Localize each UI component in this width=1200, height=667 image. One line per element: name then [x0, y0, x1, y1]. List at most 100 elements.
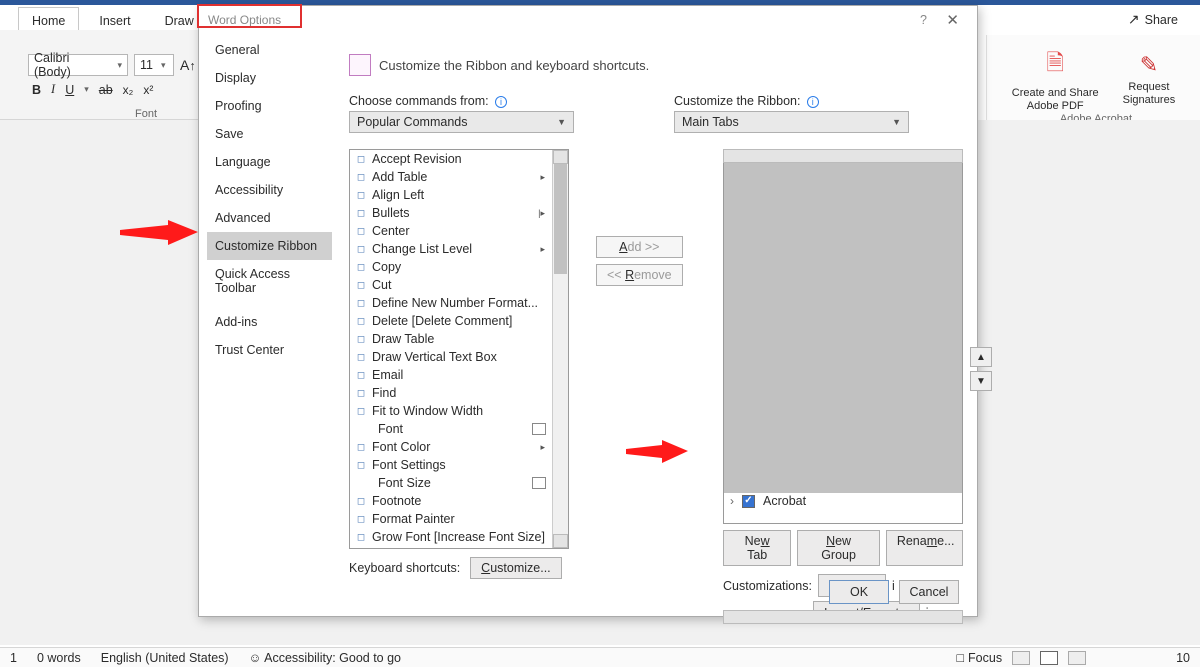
command-icon: ◻	[354, 170, 368, 184]
command-item[interactable]: ◻Format Painter	[350, 510, 552, 528]
scroll-thumb[interactable]	[554, 164, 567, 274]
underline-button[interactable]: U	[65, 83, 74, 97]
underline-dropdown-icon[interactable]: ▾	[84, 84, 89, 95]
strike-button[interactable]: ab	[99, 83, 113, 97]
info-icon[interactable]: i	[495, 96, 507, 108]
scrollbar[interactable]	[552, 150, 568, 548]
page-indicator[interactable]: 1	[10, 651, 17, 665]
scroll-down-button[interactable]	[553, 534, 568, 548]
command-item[interactable]: ◻Define New Number Format...	[350, 294, 552, 312]
scroll-up-button[interactable]	[553, 150, 568, 164]
nav-save[interactable]: Save	[207, 120, 332, 148]
zoom-value[interactable]: 10	[1176, 651, 1190, 665]
command-item[interactable]: ◻Grow Font [Increase Font Size]	[350, 528, 552, 546]
command-item[interactable]: ◻Fit to Window Width	[350, 402, 552, 420]
dialog-help-button[interactable]: ?	[920, 13, 927, 27]
create-share-pdf-button[interactable]: 🗎 Create and Share Adobe PDF	[1012, 46, 1099, 112]
command-item[interactable]: ◻Find	[350, 384, 552, 402]
command-icon: ◻	[354, 260, 368, 274]
view-read-button[interactable]	[1012, 651, 1030, 665]
command-item[interactable]: ◻Footnote	[350, 492, 552, 510]
command-item[interactable]: ◻Accept Revision	[350, 150, 552, 168]
new-tab-button[interactable]: New Tab	[723, 530, 791, 566]
expand-icon[interactable]: ›	[726, 494, 738, 508]
nav-accessibility[interactable]: Accessibility	[207, 176, 332, 204]
command-label: Define New Number Format...	[372, 296, 538, 310]
move-down-button[interactable]: ▼	[970, 371, 992, 391]
superscript-button[interactable]: x²	[143, 83, 153, 97]
request-sign-button[interactable]: ✎ Request Signatures	[1123, 52, 1176, 106]
share-button[interactable]: ↗ Share	[1128, 11, 1178, 28]
customize-shortcuts-button[interactable]: Customize...	[470, 557, 561, 579]
add-button[interactable]: Add >>	[596, 236, 683, 258]
command-item[interactable]: ◻Email	[350, 366, 552, 384]
cancel-button[interactable]: Cancel	[899, 580, 959, 604]
chevron-down-icon: ▾	[161, 60, 166, 71]
new-group-button[interactable]: New Group	[797, 530, 879, 566]
command-icon: ◻	[354, 440, 368, 454]
command-item[interactable]: ◻Delete [Delete Comment]	[350, 312, 552, 330]
word-count[interactable]: 0 words	[37, 651, 81, 665]
accessibility-status[interactable]: ☺ Accessibility: Good to go	[249, 651, 401, 665]
tree-tab-row[interactable]: ›Acrobat	[724, 492, 962, 510]
command-label: Change List Level	[372, 242, 472, 256]
rename-button[interactable]: Rename...	[886, 530, 963, 566]
nav-trust-center[interactable]: Trust Center	[207, 336, 332, 364]
font-name-combo[interactable]: Calibri (Body) ▾	[28, 54, 128, 76]
command-item[interactable]: ◻Bullets|▸	[350, 204, 552, 222]
command-item[interactable]: ◻Font Size	[350, 474, 552, 492]
choose-commands-dropdown[interactable]: Popular Commands ▼	[349, 111, 574, 133]
nav-proofing[interactable]: Proofing	[207, 92, 332, 120]
font-size-combo[interactable]: 11 ▾	[134, 54, 174, 76]
command-item[interactable]: ◻Font	[350, 420, 552, 438]
tab-checkbox[interactable]	[742, 495, 755, 508]
nav-customize-ribbon[interactable]: Customize Ribbon	[207, 232, 332, 260]
nav-advanced[interactable]: Advanced	[207, 204, 332, 232]
command-icon: ◻	[354, 512, 368, 526]
command-label: Draw Vertical Text Box	[372, 350, 497, 364]
view-print-button[interactable]	[1040, 651, 1058, 665]
command-item[interactable]: ◻Align Left	[350, 186, 552, 204]
italic-button[interactable]: I	[51, 82, 55, 97]
combo-icon	[532, 423, 546, 435]
nav-quick-access[interactable]: Quick Access Toolbar	[207, 260, 332, 302]
move-up-button[interactable]: ▲	[970, 347, 992, 367]
command-item[interactable]: ◻Add Table▸	[350, 168, 552, 186]
info-icon[interactable]: i	[807, 96, 819, 108]
command-item[interactable]: ◻Draw Table	[350, 330, 552, 348]
bold-button[interactable]: B	[32, 83, 41, 97]
command-item[interactable]: ◻Font Settings	[350, 456, 552, 474]
ok-button[interactable]: OK	[829, 580, 889, 604]
remove-button[interactable]: << Remove	[596, 264, 683, 286]
command-item[interactable]: ◻Change List Level▸	[350, 240, 552, 258]
customize-ribbon-dropdown[interactable]: Main Tabs ▼	[674, 111, 909, 133]
scroll-down-button[interactable]	[723, 610, 963, 624]
commands-listbox[interactable]: ◻Accept Revision◻Add Table▸◻Align Left◻B…	[349, 149, 569, 549]
nav-language[interactable]: Language	[207, 148, 332, 176]
command-icon: ◻	[354, 458, 368, 472]
nav-general[interactable]: General	[207, 36, 332, 64]
dialog-close-button[interactable]: ✕	[946, 11, 959, 29]
command-item[interactable]: ◻Center	[350, 222, 552, 240]
command-icon: ◻	[354, 188, 368, 202]
reorder-buttons: ▲ ▼	[970, 347, 992, 391]
subscript-button[interactable]: x₂	[123, 83, 134, 97]
options-nav: General Display Proofing Save Language A…	[207, 36, 332, 574]
scroll-up-button[interactable]	[723, 149, 963, 163]
nav-add-ins[interactable]: Add-ins	[207, 308, 332, 336]
command-item[interactable]: ◻Draw Vertical Text Box	[350, 348, 552, 366]
command-item[interactable]: ◻Font Color▸	[350, 438, 552, 456]
ribbon-tree-container: ›Background Removal⌄Home›Clipboard›Font›…	[723, 149, 963, 624]
ribbon-tree[interactable]: ›Background Removal⌄Home›Clipboard›Font›…	[723, 149, 963, 524]
view-web-button[interactable]	[1068, 651, 1086, 665]
focus-mode[interactable]: □ Focus	[956, 651, 1002, 665]
command-item[interactable]: ◻Copy	[350, 258, 552, 276]
grow-font-icon[interactable]: A↑	[180, 57, 196, 73]
scroll-thumb[interactable]	[724, 163, 962, 493]
command-item[interactable]: ◻Cut	[350, 276, 552, 294]
language[interactable]: English (United States)	[101, 651, 229, 665]
command-item[interactable]: ◻Insert Comment	[350, 546, 552, 548]
pdf-icon: 🗎	[1046, 46, 1064, 84]
customize-ribbon-value: Main Tabs	[682, 115, 739, 129]
nav-display[interactable]: Display	[207, 64, 332, 92]
